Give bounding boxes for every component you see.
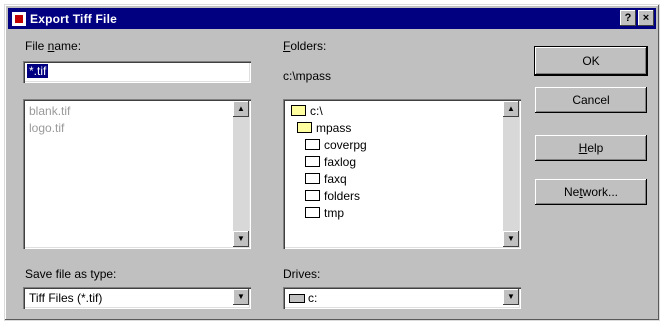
export-tiff-dialog: Export Tiff File ? × File name: *.tif bl…	[4, 4, 660, 321]
save-as-type-value: Tiff Files (*.tif)	[29, 291, 103, 305]
folder-label: faxq	[324, 172, 347, 186]
save-as-type-label: Save file as type:	[25, 267, 117, 281]
ok-button[interactable]: OK	[534, 46, 648, 76]
scroll-down-icon[interactable]: ▼	[503, 231, 519, 247]
help-label-suffix: elp	[587, 141, 604, 155]
scroll-up-icon[interactable]: ▲	[503, 101, 519, 117]
folder-icon	[305, 173, 320, 185]
scroll-up-icon[interactable]: ▲	[233, 101, 249, 117]
folder-item-tmp[interactable]: tmp	[305, 206, 344, 220]
folders-label: Folders:	[283, 39, 326, 53]
list-item[interactable]: blank.tif	[29, 104, 70, 118]
app-icon	[12, 11, 26, 26]
folder-item-faxq[interactable]: faxq	[305, 172, 347, 186]
folder-icon	[291, 105, 306, 117]
help-title-button[interactable]: ?	[620, 10, 636, 26]
folder-label: coverpg	[324, 138, 367, 152]
file-name-label-suffix: ame:	[54, 39, 82, 53]
folder-icon	[305, 207, 320, 219]
drives-value-wrap: c:	[289, 291, 317, 305]
file-list[interactable]: blank.tif logo.tif ▲ ▼	[23, 99, 251, 249]
scroll-down-icon[interactable]: ▼	[233, 231, 249, 247]
folder-item-root[interactable]: c:\	[291, 104, 323, 118]
close-button[interactable]: ×	[638, 10, 654, 26]
folder-item-coverpg[interactable]: coverpg	[305, 138, 367, 152]
network-label-prefix: Ne	[563, 185, 580, 199]
help-button[interactable]: Help	[535, 135, 647, 161]
folder-tree-scrollbar[interactable]: ▲ ▼	[503, 101, 519, 247]
network-button[interactable]: Network...	[535, 179, 647, 205]
file-name-input[interactable]: *.tif	[23, 61, 251, 83]
folder-label: mpass	[316, 121, 352, 135]
file-list-scrollbar[interactable]: ▲ ▼	[233, 101, 249, 247]
folder-icon	[305, 190, 320, 202]
folder-label: folders	[324, 189, 361, 203]
file-name-label: File name:	[25, 39, 81, 53]
current-path: c:\mpass	[283, 69, 332, 83]
folder-label: faxlog	[324, 155, 357, 169]
drives-value: c:	[308, 291, 318, 305]
window-title: Export Tiff File	[30, 11, 117, 26]
folder-icon	[305, 139, 320, 151]
folder-item-mpass[interactable]: mpass	[297, 121, 351, 135]
folder-item-folders[interactable]: folders	[305, 189, 360, 203]
folders-label-suffix: olders:	[290, 39, 327, 53]
folder-tree[interactable]: c:\ mpass coverpg faxlog faxq folders tm…	[283, 99, 521, 249]
folder-label: c:\	[310, 104, 323, 118]
folder-label: tmp	[324, 206, 345, 220]
title-bar[interactable]: Export Tiff File ? ×	[8, 8, 656, 29]
drives-label: Drives:	[283, 267, 321, 281]
chevron-down-icon[interactable]: ▼	[503, 289, 519, 305]
file-name-value[interactable]: *.tif	[27, 64, 49, 78]
cancel-button[interactable]: Cancel	[535, 87, 647, 113]
save-as-type-select[interactable]: Tiff Files (*.tif) ▼	[23, 287, 251, 309]
folder-icon	[297, 122, 312, 134]
drives-select[interactable]: c: ▼	[283, 287, 521, 309]
folder-icon	[305, 156, 320, 168]
title-buttons: ? ×	[620, 10, 654, 26]
chevron-down-icon[interactable]: ▼	[233, 289, 249, 305]
list-item[interactable]: logo.tif	[29, 121, 64, 135]
drive-icon	[289, 294, 305, 304]
folder-item-faxlog[interactable]: faxlog	[305, 155, 356, 169]
file-name-label-prefix: File	[25, 39, 48, 53]
network-label-suffix: work...	[582, 185, 619, 199]
